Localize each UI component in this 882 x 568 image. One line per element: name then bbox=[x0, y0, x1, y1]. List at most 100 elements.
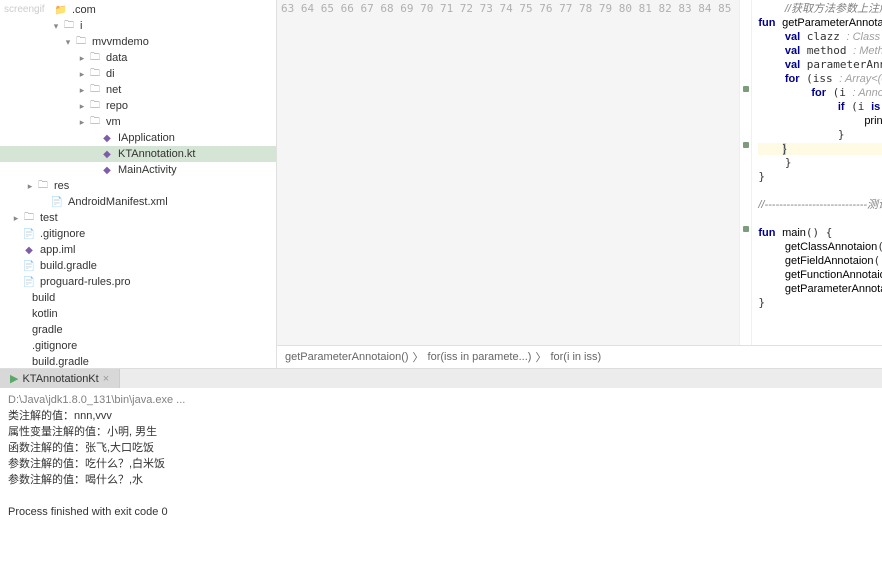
tree-item[interactable]: 📄 .gitignore bbox=[0, 226, 276, 242]
console-line: 属性变量注解的值：小明, 男生 bbox=[8, 424, 874, 440]
tree-item[interactable]: ▸🗀 res bbox=[0, 178, 276, 194]
file-icon: ◆ bbox=[100, 131, 114, 145]
tree-arrow-icon: ▸ bbox=[10, 213, 22, 224]
file-icon bbox=[14, 291, 28, 305]
tree-arrow-icon: ▸ bbox=[76, 117, 88, 128]
tree-item[interactable]: ▸🗀 repo bbox=[0, 98, 276, 114]
tree-label: IApplication bbox=[118, 132, 175, 144]
tree-arrow-icon: ▸ bbox=[76, 85, 88, 96]
tree-label: res bbox=[54, 180, 69, 192]
tree-item[interactable]: ◆ app.iml bbox=[0, 242, 276, 258]
breadcrumb[interactable]: getParameterAnnotaion() 〉 for(iss in para… bbox=[277, 345, 882, 368]
code-area[interactable]: 63 64 65 66 67 68 69 70 71 72 73 74 75 7… bbox=[277, 0, 882, 345]
marker-icon bbox=[743, 86, 749, 92]
tree-item[interactable]: ▸🗀 di bbox=[0, 66, 276, 82]
tree-item[interactable]: ▸🗀 data bbox=[0, 50, 276, 66]
tree-label: di bbox=[106, 68, 115, 80]
tree-label: mvvmdemo bbox=[92, 36, 149, 48]
tree-item[interactable]: ◆ IApplication bbox=[0, 130, 276, 146]
tree-label: .com bbox=[72, 4, 96, 16]
tree-label: MainActivity bbox=[118, 164, 177, 176]
tree-label: .gitignore bbox=[40, 228, 85, 240]
console-line: 类注解的值：nnn,vvv bbox=[8, 408, 874, 424]
tree-item[interactable]: ▾🗀 i bbox=[0, 18, 276, 34]
tree-arrow-icon: ▾ bbox=[62, 37, 74, 48]
tree-item[interactable]: .gitignore bbox=[0, 338, 276, 354]
tree-arrow-icon: ▸ bbox=[76, 53, 88, 64]
tree-label: i bbox=[80, 20, 82, 32]
tree-item[interactable]: kotlin bbox=[0, 306, 276, 322]
tree-item[interactable]: ▾🗀 mvvmdemo bbox=[0, 34, 276, 50]
marker-icon bbox=[743, 226, 749, 232]
file-icon: 🗀 bbox=[74, 35, 88, 49]
console-tab[interactable]: ▶ KTAnnotationKt × bbox=[0, 369, 120, 388]
tree-item[interactable]: ▸🗀 net bbox=[0, 82, 276, 98]
console-line: Process finished with exit code 0 bbox=[8, 504, 874, 520]
project-tree[interactable]: 📁.com▾🗀i▾🗀mvvmdemo▸🗀data▸🗀di▸🗀net▸🗀repo▸… bbox=[0, 0, 277, 368]
tree-item[interactable]: 📄proguard-rules.pro bbox=[0, 274, 276, 290]
file-icon: 🗀 bbox=[88, 67, 102, 81]
file-icon: 🗀 bbox=[88, 83, 102, 97]
tree-item[interactable]: ▸🗀 test bbox=[0, 210, 276, 226]
tree-label: repo bbox=[106, 100, 128, 112]
watermark: screengif bbox=[4, 4, 45, 15]
tree-label: build bbox=[32, 292, 55, 304]
tree-label: proguard-rules.pro bbox=[40, 276, 131, 288]
file-icon: 🗀 bbox=[22, 211, 36, 225]
tree-label: data bbox=[106, 52, 127, 64]
file-icon bbox=[14, 323, 28, 337]
file-icon: 🗀 bbox=[62, 19, 76, 33]
tree-label: build.gradle bbox=[40, 260, 97, 272]
tree-item[interactable]: ▸🗀vm bbox=[0, 114, 276, 130]
tree-arrow-icon: ▾ bbox=[50, 21, 62, 32]
tree-item[interactable]: build.gradle bbox=[0, 354, 276, 368]
tree-arrow-icon: ▸ bbox=[76, 69, 88, 80]
file-icon: 🗀 bbox=[36, 179, 50, 193]
tree-item[interactable]: 📄 build.gradle bbox=[0, 258, 276, 274]
tree-label: test bbox=[40, 212, 58, 224]
tree-label: kotlin bbox=[32, 308, 58, 320]
console-output[interactable]: D:\Java\jdk1.8.0_131\bin\java.exe ... 类注… bbox=[0, 388, 882, 568]
console-line: D:\Java\jdk1.8.0_131\bin\java.exe ... bbox=[8, 392, 874, 408]
tree-label: .gitignore bbox=[32, 340, 77, 352]
gutter-markers bbox=[740, 0, 752, 345]
console-tabs: ▶ KTAnnotationKt × bbox=[0, 368, 882, 388]
tree-item[interactable]: ◆ KTAnnotation.kt bbox=[0, 146, 276, 162]
breadcrumb-item[interactable]: for(iss in paramete...) bbox=[428, 351, 532, 363]
file-icon: ◆ bbox=[100, 147, 114, 161]
console-line: 参数注解的值：喝什么？,水 bbox=[8, 472, 874, 488]
close-icon[interactable]: × bbox=[103, 373, 109, 385]
tree-label: app.iml bbox=[40, 244, 75, 256]
breadcrumb-item[interactable]: getParameterAnnotaion() bbox=[285, 351, 409, 363]
file-icon: 📄 bbox=[22, 259, 36, 273]
console-line: 参数注解的值：吃什么？,白米饭 bbox=[8, 456, 874, 472]
file-icon: 🗀 bbox=[88, 115, 102, 129]
main-container: 📁.com▾🗀i▾🗀mvvmdemo▸🗀data▸🗀di▸🗀net▸🗀repo▸… bbox=[0, 0, 882, 368]
file-icon: 📄 bbox=[22, 227, 36, 241]
file-icon: 🗀 bbox=[88, 99, 102, 113]
code-content[interactable]: //获取方法参数上注解的值 fun getParameterAnnotaion(… bbox=[752, 0, 882, 345]
chevron-right-icon: 〉 bbox=[535, 349, 546, 365]
tree-label: build.gradle bbox=[32, 356, 89, 368]
tree-arrow-icon: ▸ bbox=[76, 101, 88, 112]
tree-item[interactable]: build bbox=[0, 290, 276, 306]
tree-item[interactable]: gradle bbox=[0, 322, 276, 338]
file-icon bbox=[14, 307, 28, 321]
run-icon: ▶ bbox=[10, 372, 18, 385]
file-icon: 🗀 bbox=[88, 51, 102, 65]
file-icon: ◆ bbox=[22, 243, 36, 257]
marker-icon bbox=[743, 142, 749, 148]
console-tab-label: KTAnnotationKt bbox=[22, 373, 98, 385]
file-icon: ◆ bbox=[100, 163, 114, 177]
file-icon: 📁 bbox=[54, 3, 68, 17]
tree-item[interactable]: ◆ MainActivity bbox=[0, 162, 276, 178]
tree-item[interactable]: 📄AndroidManifest.xml bbox=[0, 194, 276, 210]
tree-label: AndroidManifest.xml bbox=[68, 196, 168, 208]
tree-label: KTAnnotation.kt bbox=[118, 148, 195, 160]
tree-arrow-icon: ▸ bbox=[24, 181, 36, 192]
editor-panel: 63 64 65 66 67 68 69 70 71 72 73 74 75 7… bbox=[277, 0, 882, 368]
tree-label: net bbox=[106, 84, 121, 96]
breadcrumb-item[interactable]: for(i in iss) bbox=[550, 351, 601, 363]
line-gutter: 63 64 65 66 67 68 69 70 71 72 73 74 75 7… bbox=[277, 0, 740, 345]
file-icon bbox=[14, 339, 28, 353]
